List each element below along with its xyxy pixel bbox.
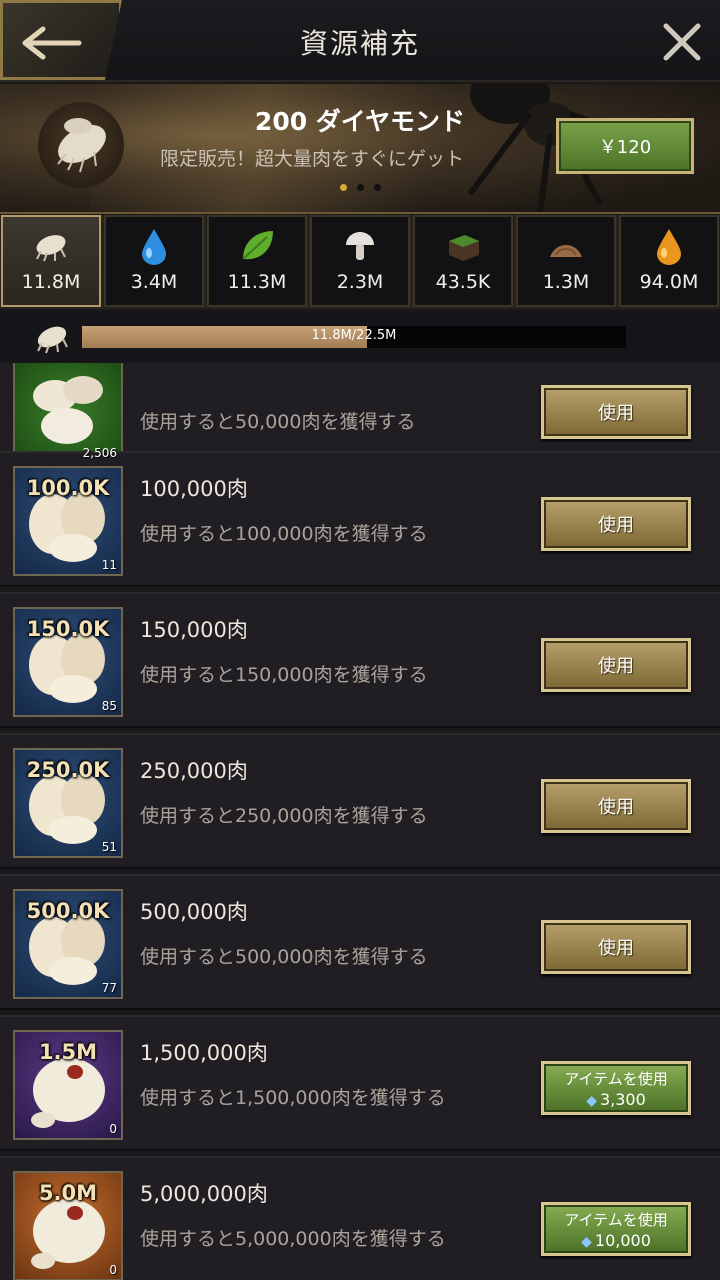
resource-value: 11.3M <box>227 271 287 293</box>
item-amount-tag: 1.5M <box>38 1040 98 1064</box>
use-button[interactable]: 使用 <box>541 385 691 439</box>
diamond-icon: ◆ <box>581 1234 592 1250</box>
water-drop-icon <box>142 229 166 265</box>
resource-tab-water[interactable]: 3.4M <box>104 215 204 307</box>
honey-drop-icon <box>657 229 681 265</box>
item-count: 77 <box>101 981 117 995</box>
resource-value: 1.3M <box>542 271 590 293</box>
page-title: 資源補充 <box>299 27 420 60</box>
resource-value: 11.8M <box>21 271 81 293</box>
item-count: 0 <box>109 1263 117 1277</box>
item-thumbnail: 500.0K 77 <box>13 889 123 999</box>
diamond-cost-value: 3,300 <box>599 1090 646 1109</box>
item-description: 使用すると500,000肉を獲得する <box>140 946 428 968</box>
item-amount-tag: 250.0K <box>26 758 110 782</box>
item-amount-tag: 5.0M <box>38 1181 98 1205</box>
use-button[interactable]: 使用 <box>541 779 691 833</box>
diamond-cost-value: 10,000 <box>594 1231 651 1250</box>
close-icon <box>663 23 701 61</box>
leaf-icon <box>242 231 273 260</box>
meat-larva-icon <box>37 326 68 354</box>
item-thumbnail: 5.0M 0 <box>13 1171 123 1280</box>
resource-value: 94.0M <box>639 271 699 293</box>
list-item: 250.0K 51 250,000肉 使用すると250,000肉を獲得する 使用 <box>0 733 720 869</box>
list-item: 150.0K 85 150,000肉 使用すると150,000肉を獲得する 使用 <box>0 592 720 728</box>
list-item: 5.0M 0 5,000,000肉 使用すると5,000,000肉を獲得する ア… <box>0 1156 720 1280</box>
item-name: 500,000肉 <box>140 900 248 924</box>
item-thumbnail: 1.5M 0 <box>13 1030 123 1140</box>
resource-value: 2.3M <box>336 271 384 293</box>
item-name: 1,500,000肉 <box>140 1041 268 1065</box>
diamond-icon: ◆ <box>586 1093 597 1109</box>
resource-tab-soil[interactable]: 43.5K <box>413 215 513 307</box>
item-count: 2,506 <box>82 446 117 460</box>
item-amount-tag: 150.0K <box>26 617 110 641</box>
item-description: 使用すると1,500,000肉を獲得する <box>140 1087 446 1109</box>
item-count: 51 <box>101 840 117 854</box>
list-item: 1.5M 0 1,500,000肉 使用すると1,500,000肉を獲得する ア… <box>0 1015 720 1151</box>
item-count: 0 <box>109 1122 117 1136</box>
item-name: 100,000肉 <box>140 477 248 501</box>
use-button[interactable]: 使用 <box>541 920 691 974</box>
use-button[interactable]: 使用 <box>541 497 691 551</box>
resource-tab-sand[interactable]: 1.3M <box>516 215 616 307</box>
capacity-progress-row: 11.8M/22.5M <box>0 311 720 363</box>
sand-icon <box>550 245 582 257</box>
item-thumbnail: 2,506 <box>13 363 123 464</box>
list-item: 100.0K 11 100,000肉 使用すると100,000肉を獲得する 使用 <box>0 451 720 587</box>
resource-value: 43.5K <box>435 271 491 293</box>
resource-tab-mushroom[interactable]: 2.3M <box>310 215 410 307</box>
banner-subtitle: 限定販売！超大量肉をすぐにゲット <box>160 148 465 170</box>
meat-larva-icon <box>36 235 66 262</box>
price-button[interactable]: ￥120 <box>556 118 694 174</box>
capacity-progress-bar: 11.8M/22.5M <box>82 326 626 348</box>
item-name: 5,000,000肉 <box>140 1182 268 1206</box>
list-item: 500.0K 77 500,000肉 使用すると500,000肉を獲得する 使用 <box>0 874 720 1010</box>
use-item-label: アイテムを使用 <box>564 1070 668 1088</box>
item-thumbnail: 150.0K 85 <box>13 607 123 717</box>
use-item-label: アイテムを使用 <box>564 1211 668 1229</box>
item-count: 85 <box>101 699 117 713</box>
resource-tab-honey[interactable]: 94.0M <box>619 215 719 307</box>
item-description: 使用すると5,000,000肉を獲得する <box>140 1228 446 1250</box>
use-button[interactable]: 使用 <box>541 638 691 692</box>
resource-tab-leaf[interactable]: 11.3M <box>207 215 307 307</box>
item-description: 使用すると150,000肉を獲得する <box>140 664 428 686</box>
carousel-dot-active[interactable] <box>340 184 347 191</box>
carousel-dots <box>340 184 381 191</box>
item-description: 使用すると50,000肉を獲得する <box>140 411 416 433</box>
header-bar: 資源補充 <box>0 0 720 82</box>
diamond-cost: ◆ 3,300 <box>544 1090 688 1109</box>
use-item-button[interactable]: アイテムを使用 ◆ 10,000 <box>541 1202 691 1256</box>
carousel-dot[interactable] <box>357 184 364 191</box>
soil-icon <box>449 235 479 261</box>
promo-banner[interactable]: 200 ダイヤモンド 限定販売！超大量肉をすぐにゲット ￥120 <box>0 84 720 214</box>
carousel-dot[interactable] <box>374 184 381 191</box>
close-button[interactable] <box>662 22 702 62</box>
capacity-progress-text: 11.8M/22.5M <box>311 328 397 343</box>
item-name: 250,000肉 <box>140 759 248 783</box>
item-description: 使用すると250,000肉を獲得する <box>140 805 428 827</box>
item-amount-tag: 500.0K <box>26 899 110 923</box>
item-description: 使用すると100,000肉を獲得する <box>140 523 428 545</box>
item-amount-tag: 100.0K <box>26 476 110 500</box>
item-count: 11 <box>101 558 117 572</box>
diamond-cost: ◆ 10,000 <box>544 1231 688 1250</box>
item-list[interactable]: 2,506 使用すると50,000肉を獲得する 使用 100.0K 11 100… <box>0 363 720 1280</box>
resource-value: 3.4M <box>130 271 178 293</box>
resource-tab-meat[interactable]: 11.8M <box>1 215 101 307</box>
use-item-button[interactable]: アイテムを使用 ◆ 3,300 <box>541 1061 691 1115</box>
resource-tabs: 11.8M 3.4M 11.3M 2.3M 43.5K 1.3M 94.0M <box>0 215 720 309</box>
mushroom-icon <box>346 232 374 260</box>
item-thumbnail: 100.0K 11 <box>13 466 123 576</box>
item-name: 150,000肉 <box>140 618 248 642</box>
item-thumbnail: 250.0K 51 <box>13 748 123 858</box>
